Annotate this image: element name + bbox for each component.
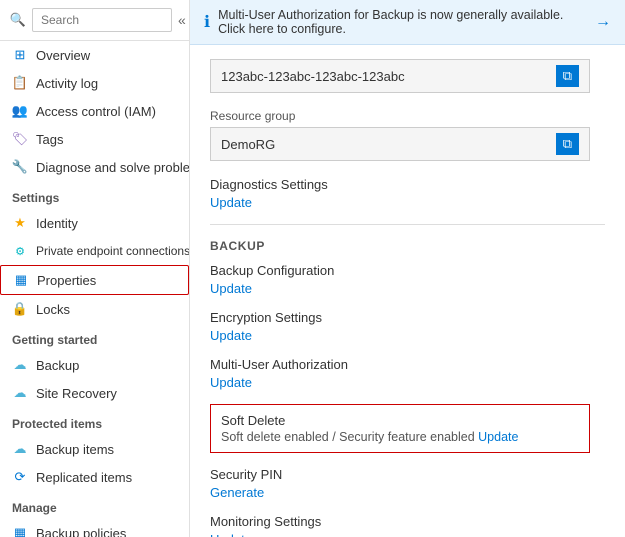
activity-log-icon: 📋 [12, 75, 28, 91]
monitoring-settings-item: Monitoring Settings Update [210, 514, 605, 537]
sidebar-item-locks[interactable]: 🔒 Locks [0, 295, 189, 323]
sidebar-item-label: Properties [37, 273, 96, 288]
sidebar-item-replicated-items[interactable]: ⟳ Replicated items [0, 463, 189, 491]
soft-delete-title: Soft Delete [221, 413, 579, 428]
backup-config-title: Backup Configuration [210, 263, 605, 278]
resource-group-box: DemoRG ⧉ [210, 127, 590, 161]
soft-delete-desc-text: Soft delete enabled / Security feature e… [221, 430, 475, 444]
sidebar-item-label: Diagnose and solve problems [36, 160, 190, 175]
sidebar-item-label: Activity log [36, 76, 98, 91]
resource-group-field: Resource group DemoRG ⧉ [210, 109, 605, 161]
info-banner[interactable]: ℹ Multi-User Authorization for Backup is… [190, 0, 625, 45]
info-icon: ℹ [204, 12, 210, 32]
encryption-settings-title: Encryption Settings [210, 310, 605, 325]
access-control-icon: 👥 [12, 103, 28, 119]
backup-divider [210, 224, 605, 225]
multi-user-auth-item: Multi-User Authorization Update [210, 357, 605, 390]
tags-icon: 🏷 [12, 131, 28, 147]
resource-group-value: DemoRG [221, 137, 275, 152]
sidebar-item-label: Site Recovery [36, 386, 117, 401]
diagnostics-settings: Diagnostics Settings Update [210, 177, 605, 210]
banner-arrow-link[interactable]: → [595, 13, 611, 31]
sidebar: 🔍 « ⊞ Overview 📋 Activity log 👥 Access c… [0, 0, 190, 537]
resource-group-copy-button[interactable]: ⧉ [556, 133, 579, 155]
backup-policies-icon: ▦ [12, 525, 28, 537]
diagnostics-title: Diagnostics Settings [210, 177, 605, 192]
sidebar-item-label: Identity [36, 216, 78, 231]
sidebar-item-backup-items[interactable]: ☁ Backup items [0, 435, 189, 463]
sidebar-item-properties[interactable]: ▦ Properties [0, 265, 189, 295]
getting-started-section-header: Getting started [0, 323, 189, 351]
sidebar-item-label: Access control (IAM) [36, 104, 156, 119]
sidebar-item-overview[interactable]: ⊞ Overview [0, 41, 189, 69]
vault-id-value: 123abc-123abc-123abc-123abc [221, 69, 405, 84]
sidebar-item-label: Backup [36, 358, 79, 373]
search-icon: 🔍 [10, 12, 26, 28]
diagnose-icon: 🔧 [12, 159, 28, 175]
encryption-settings-link[interactable]: Update [210, 328, 252, 343]
multi-user-auth-title: Multi-User Authorization [210, 357, 605, 372]
sidebar-item-backup[interactable]: ☁ Backup [0, 351, 189, 379]
soft-delete-description: Soft delete enabled / Security feature e… [221, 430, 579, 444]
backup-items-icon: ☁ [12, 441, 28, 457]
sidebar-item-private-endpoint[interactable]: ⚙ Private endpoint connections [0, 237, 189, 265]
monitoring-settings-title: Monitoring Settings [210, 514, 605, 529]
sidebar-item-diagnose[interactable]: 🔧 Diagnose and solve problems [0, 153, 189, 181]
soft-delete-update-link[interactable]: Update [478, 430, 518, 444]
sidebar-item-label: Replicated items [36, 470, 132, 485]
sidebar-item-access-control[interactable]: 👥 Access control (IAM) [0, 97, 189, 125]
backup-config-link[interactable]: Update [210, 281, 252, 296]
search-input[interactable] [32, 8, 172, 32]
monitoring-settings-link[interactable]: Update [210, 532, 252, 537]
resource-group-label: Resource group [210, 109, 605, 123]
settings-section-header: Settings [0, 181, 189, 209]
vault-id-field: 123abc-123abc-123abc-123abc ⧉ [210, 59, 605, 93]
replicated-items-icon: ⟳ [12, 469, 28, 485]
multi-user-auth-link[interactable]: Update [210, 375, 252, 390]
sidebar-item-label: Backup policies [36, 526, 126, 537]
sidebar-item-label: Locks [36, 302, 70, 317]
sidebar-item-backup-policies[interactable]: ▦ Backup policies [0, 519, 189, 537]
sidebar-item-label: Backup items [36, 442, 114, 457]
soft-delete-box: Soft Delete Soft delete enabled / Securi… [210, 404, 590, 453]
locks-icon: 🔒 [12, 301, 28, 317]
security-pin-link[interactable]: Generate [210, 485, 264, 500]
properties-icon: ▦ [13, 272, 29, 288]
sidebar-item-label: Private endpoint connections [36, 244, 190, 258]
main-content: ℹ Multi-User Authorization for Backup is… [190, 0, 625, 537]
content-area: 123abc-123abc-123abc-123abc ⧉ Resource g… [190, 45, 625, 537]
manage-section-header: Manage [0, 491, 189, 519]
banner-text: Multi-User Authorization for Backup is n… [218, 8, 587, 36]
backup-section-header: BACKUP [210, 239, 605, 253]
sidebar-item-label: Tags [36, 132, 63, 147]
diagnostics-update-link[interactable]: Update [210, 195, 252, 210]
protected-items-section-header: Protected items [0, 407, 189, 435]
vault-id-box: 123abc-123abc-123abc-123abc ⧉ [210, 59, 590, 93]
backup-config-item: Backup Configuration Update [210, 263, 605, 296]
encryption-settings-item: Encryption Settings Update [210, 310, 605, 343]
backup-icon: ☁ [12, 357, 28, 373]
sidebar-item-site-recovery[interactable]: ☁ Site Recovery [0, 379, 189, 407]
sidebar-item-tags[interactable]: 🏷 Tags [0, 125, 189, 153]
security-pin-item: Security PIN Generate [210, 467, 605, 500]
overview-icon: ⊞ [12, 47, 28, 63]
search-bar: 🔍 « [0, 0, 189, 41]
collapse-icon[interactable]: « [178, 12, 186, 28]
site-recovery-icon: ☁ [12, 385, 28, 401]
identity-icon: ★ [12, 215, 28, 231]
security-pin-title: Security PIN [210, 467, 605, 482]
sidebar-item-identity[interactable]: ★ Identity [0, 209, 189, 237]
private-endpoint-icon: ⚙ [12, 243, 28, 259]
sidebar-item-activity-log[interactable]: 📋 Activity log [0, 69, 189, 97]
vault-id-copy-button[interactable]: ⧉ [556, 65, 579, 87]
sidebar-item-label: Overview [36, 48, 90, 63]
